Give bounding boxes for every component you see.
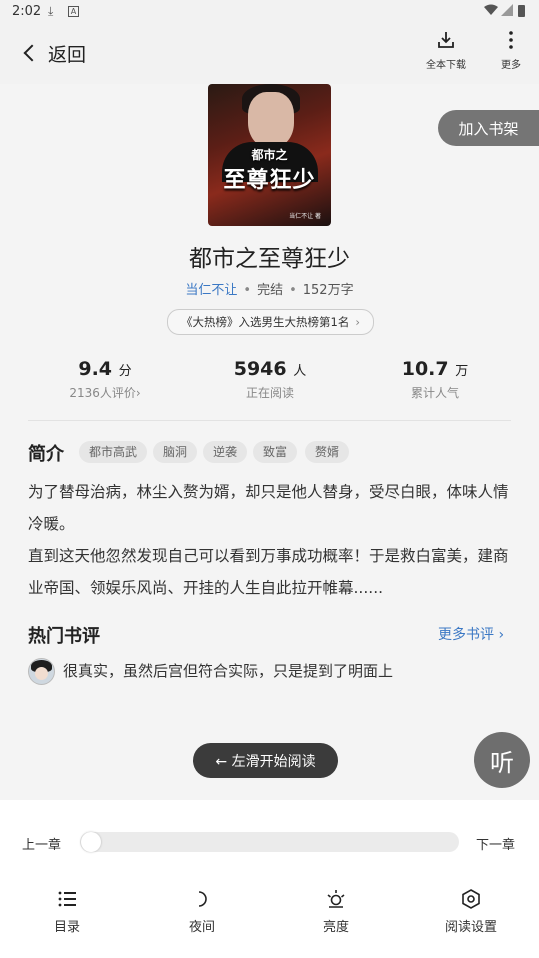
stat-popularity: 10.7 万 累计人气 [360,358,510,401]
rank-badge[interactable]: 《大热榜》入选男生大热榜第1名 › [167,309,374,335]
top-nav: 返回 全本下载 更多 [0,24,539,84]
list-icon [17,888,117,910]
chevron-right-icon: › [135,386,141,400]
add-to-shelf-button[interactable]: 加入书架 [438,110,539,146]
rating-count: 2136人评价 [69,386,136,400]
status-time: 2:02 [12,4,42,19]
chapter-progress-slider[interactable] [80,832,459,852]
tag-chip[interactable]: 赘婿 [305,441,350,463]
stat-rating[interactable]: 9.4 分 2136人评价› [30,358,180,401]
brightness-button[interactable]: 亮度 [286,888,386,935]
author-link[interactable]: 当仁不让 [185,283,237,298]
more-label: 更多 [501,60,521,71]
back-button[interactable]: 返回 [20,38,86,68]
popularity-unit: 万 [455,364,469,379]
rank-badge-label: 《大热榜》入选男生大热榜第1名 [181,315,350,329]
battery-icon [518,5,525,17]
reader-panel: 上一章 下一章 目录 夜间 亮度 阅读设置 [0,800,539,958]
brightness-label: 亮度 [322,920,349,935]
toc-label: 目录 [53,920,80,935]
more-vertical-icon [483,30,539,54]
review-text[interactable]: 很真实，虽然后宫但符合实际，只是提到了明面上 [63,660,393,681]
book-title: 都市之至尊狂少 [189,246,350,272]
readers-label: 正在阅读 [245,386,294,400]
word-count: 152万字 [302,283,354,298]
moon-icon [152,888,252,910]
stat-readers: 5946 人 正在阅读 [195,358,345,401]
divider [28,420,511,421]
notification-a-icon: A [68,6,79,17]
progress-knob[interactable] [81,832,101,852]
cover-top-text: 都市之 [251,148,288,162]
popularity-label: 累计人气 [410,386,459,400]
cover-author: 当仁不让 著 [289,213,321,220]
popularity-value: 10.7 [401,358,449,380]
reading-settings-button[interactable]: 阅读设置 [421,888,521,935]
intro-paragraph: 为了替母治病，林尘入赘为婿，却只是他人替身，受尽白眼，体味人情冷暖。 [28,483,509,533]
readers-value: 5946 [233,358,287,380]
reviewer-avatar[interactable] [28,658,55,685]
chevron-left-icon [23,44,41,62]
rating-value: 9.4 [78,358,113,380]
rating-unit: 分 [118,364,132,379]
book-meta: 当仁不让 • 完结 • 152万字 [185,283,354,298]
back-label: 返回 [48,43,87,66]
download-icon: ⤓ [48,4,54,18]
reviews-heading: 热门书评 [28,626,100,647]
listen-button[interactable]: 听 [474,732,530,788]
more-reviews-link[interactable]: 更多书评 › [438,624,504,644]
brightness-icon [286,888,386,910]
chevron-right-icon: › [355,315,360,329]
download-all-label: 全本下载 [426,60,466,71]
signal-icon [501,4,513,19]
toc-button[interactable]: 目录 [17,888,117,935]
reading-settings-label: 阅读设置 [444,920,497,935]
wifi-icon [484,4,498,19]
download-tray-icon [418,30,474,54]
next-chapter-button[interactable]: 下一章 [476,834,515,853]
readers-unit: 人 [293,364,307,379]
tag-chip[interactable]: 逆袭 [203,441,248,463]
intro-text: 为了替母治病，林尘入赘为婿，却只是他人替身，受尽白眼，体味人情冷暖。 直到这天他… [28,476,514,604]
intro-paragraph: 直到这天他忽然发现自己可以看到万事成功概率！于是救白富美，建商业帝国、领娱乐风尚… [28,547,509,597]
cover-title: 至尊狂少 [223,168,316,193]
intro-heading: 简介 [28,444,64,465]
download-all-button[interactable]: 全本下载 [418,30,474,71]
settings-icon [421,888,521,910]
book-cover[interactable]: 都市之 至尊狂少 当仁不让 著 [208,84,331,226]
night-mode-label: 夜间 [188,920,215,935]
tag-chip[interactable]: 致富 [253,441,298,463]
book-status: 完结 [257,283,284,298]
tag-chip[interactable]: 脑洞 [153,441,198,463]
status-bar: 2:02 ⤓ A [0,0,539,24]
book-detail: 都市之 至尊狂少 当仁不让 著 加入书架 都市之至尊狂少 当仁不让 • 完结 • 152… [0,84,539,800]
tag-chip[interactable]: 都市高武 [79,441,148,463]
prev-chapter-button[interactable]: 上一章 [22,834,61,853]
night-mode-button[interactable]: 夜间 [152,888,252,935]
start-reading-button[interactable]: ← 左滑开始阅读 [193,743,338,778]
more-button[interactable]: 更多 [483,30,539,71]
cover-art-face [248,92,294,148]
